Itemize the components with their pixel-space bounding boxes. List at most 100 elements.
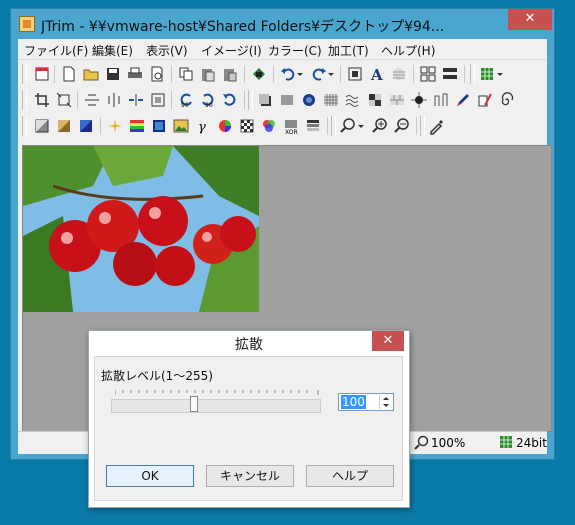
new-file-icon[interactable] <box>60 65 78 83</box>
close-button[interactable]: ✕ <box>508 9 552 30</box>
menu-edit[interactable]: 編集(E) <box>92 42 133 59</box>
noise-icon[interactable]: XOR <box>282 117 300 135</box>
diffuse-level-spinbox[interactable]: 100 <box>338 393 394 411</box>
toolbar-grip[interactable] <box>248 90 253 110</box>
zoom-out-icon[interactable] <box>393 117 411 135</box>
spin-arrows[interactable] <box>379 395 392 409</box>
slider-thumb[interactable] <box>189 396 198 412</box>
brick-icon[interactable] <box>388 91 406 109</box>
zoom-dropdown-icon[interactable] <box>357 117 365 135</box>
stripe-icon[interactable] <box>390 65 408 83</box>
picture-icon[interactable] <box>172 117 190 135</box>
gamma-icon[interactable]: γ <box>194 117 212 135</box>
palette-icon[interactable] <box>478 65 496 83</box>
menu-color[interactable]: カラー(C) <box>268 42 322 59</box>
menu-image[interactable]: イメージ(I) <box>201 42 262 59</box>
capture-icon[interactable] <box>250 65 268 83</box>
fit-icon[interactable] <box>346 65 364 83</box>
diffuse-slider[interactable] <box>111 399 321 413</box>
rotate-left-icon[interactable]: 90 <box>177 91 195 109</box>
crop-icon[interactable] <box>33 91 51 109</box>
list-icon[interactable] <box>441 65 459 83</box>
blue-tone-icon[interactable] <box>77 117 95 135</box>
sepia-icon[interactable] <box>55 117 73 135</box>
app-icon[interactable] <box>19 16 35 32</box>
flip-horizontal-icon[interactable] <box>83 91 101 109</box>
paste-new-icon[interactable] <box>221 65 239 83</box>
undo-icon[interactable] <box>279 65 297 83</box>
frame-icon[interactable] <box>149 91 167 109</box>
toolbar-grip[interactable] <box>22 90 27 110</box>
toolbar-grip[interactable] <box>420 116 425 136</box>
toolbar-2: 90 90 <box>18 87 547 113</box>
toolbar-grip[interactable] <box>470 64 475 84</box>
toolbar-separator <box>54 65 55 83</box>
palette-dropdown-icon[interactable] <box>496 65 504 83</box>
burst-icon[interactable] <box>410 91 428 109</box>
undo-dropdown-icon[interactable] <box>296 65 304 83</box>
menu-help[interactable]: ヘルプ(H) <box>381 42 435 59</box>
rainbow-icon[interactable] <box>128 117 146 135</box>
svg-text:90: 90 <box>205 102 213 109</box>
shadow-icon[interactable] <box>256 91 274 109</box>
grid-icon[interactable] <box>419 65 437 83</box>
tint-icon[interactable] <box>150 117 168 135</box>
paste-icon[interactable] <box>199 65 217 83</box>
gray-icon[interactable] <box>33 117 51 135</box>
wave-icon[interactable] <box>344 91 362 109</box>
eyedropper-icon[interactable] <box>428 117 446 135</box>
save-icon[interactable] <box>104 65 122 83</box>
resize-icon[interactable] <box>55 91 73 109</box>
checker-icon[interactable] <box>238 117 256 135</box>
swirl-icon[interactable] <box>498 91 516 109</box>
svg-text:A: A <box>370 66 383 83</box>
dialog-close-button[interactable]: ✕ <box>372 331 404 351</box>
svg-text:γ: γ <box>198 120 206 135</box>
gradient-icon[interactable] <box>304 117 322 135</box>
rgb-icon[interactable] <box>260 117 278 135</box>
menu-file[interactable]: ファイル(F) <box>24 42 88 59</box>
redo-icon[interactable] <box>310 65 328 83</box>
sparkle-icon[interactable] <box>106 117 124 135</box>
diffuse-level-label: 拡散レベル(1～255) <box>101 369 213 383</box>
toolbar-grip[interactable] <box>331 116 336 136</box>
zoom-menu-icon[interactable] <box>339 117 357 135</box>
mirror-icon[interactable] <box>127 91 145 109</box>
emboss-icon[interactable] <box>366 91 384 109</box>
print-icon[interactable] <box>126 65 144 83</box>
toolbar-grip[interactable] <box>22 116 27 136</box>
shade-icon[interactable] <box>278 91 296 109</box>
title-bar[interactable]: JTrim - ¥¥vmware-host¥Shared Folders¥デスク… <box>11 9 554 39</box>
zoom-in-icon[interactable] <box>371 117 389 135</box>
hue-icon[interactable] <box>216 117 234 135</box>
color-depth: 24bit <box>516 436 547 450</box>
dialog-title: 拡散 <box>235 337 263 353</box>
flip-vertical-icon[interactable] <box>105 91 123 109</box>
menu-view[interactable]: 表示(V) <box>146 42 188 59</box>
marker-icon[interactable] <box>476 91 494 109</box>
redo-dropdown-icon[interactable] <box>327 65 335 83</box>
toolbar-separator <box>273 65 274 83</box>
text-icon[interactable]: A <box>368 65 386 83</box>
toolbar-separator <box>77 91 78 109</box>
rotate-right-icon[interactable] <box>221 91 239 109</box>
open-folder-icon[interactable] <box>82 65 100 83</box>
new-doc-window-icon[interactable] <box>33 65 51 83</box>
blur-icon[interactable] <box>300 91 318 109</box>
diffuse-level-value[interactable]: 100 <box>341 395 366 409</box>
toolbar-1: A <box>18 61 547 87</box>
mosaic-icon[interactable] <box>322 91 340 109</box>
toolbar-separator <box>244 65 245 83</box>
print-preview-icon[interactable] <box>148 65 166 83</box>
spin-updown-icon[interactable] <box>380 395 392 409</box>
help-button[interactable]: ヘルプ <box>306 465 394 487</box>
toolbar-grip[interactable] <box>22 64 27 84</box>
cancel-button[interactable]: キャンセル <box>206 465 294 487</box>
ok-button[interactable]: OK <box>106 465 194 487</box>
pen-icon[interactable] <box>454 91 472 109</box>
copy-icon[interactable] <box>177 65 195 83</box>
rotate-90-icon[interactable]: 90 <box>199 91 217 109</box>
edge-icon[interactable] <box>432 91 450 109</box>
menu-process[interactable]: 加工(T) <box>328 42 369 59</box>
toolbar-separator <box>244 91 245 109</box>
